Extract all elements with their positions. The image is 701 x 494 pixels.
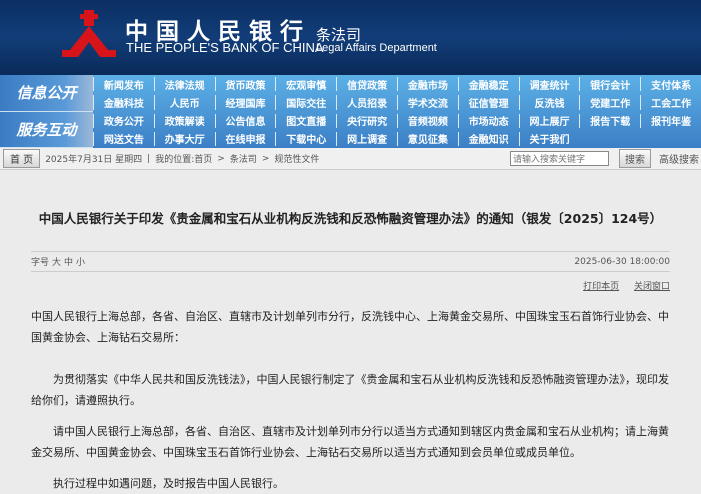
home-button[interactable]: 首 页 xyxy=(3,149,41,168)
article-title: 中国人民银行关于印发《贵金属和宝石从业机构反洗钱和反恐怖融资管理办法》的通知（银… xyxy=(38,211,663,226)
bank-name-en: THE PEOPLE'S BANK OF CHINA xyxy=(126,40,324,55)
nav-item[interactable]: 信贷政策 xyxy=(336,77,397,92)
nav-item[interactable]: 金融市场 xyxy=(396,77,458,92)
main-nav: 信息公开 服务互动 新闻发布 法律法规 货币政策 宏观审慎 信贷政策 金融市场 金融稳定 调查… xyxy=(0,75,701,148)
nav-item[interactable]: 下载中心 xyxy=(275,131,336,146)
nav-item[interactable]: 法律法规 xyxy=(153,77,215,92)
nav-item[interactable]: 金融科技 xyxy=(93,95,154,110)
font-size-small[interactable]: 小 xyxy=(76,255,85,268)
search-button[interactable]: 搜索 xyxy=(619,149,651,168)
nav-item[interactable]: 公告信息 xyxy=(214,113,276,128)
nav-item[interactable]: 意见征集 xyxy=(396,131,458,146)
article-tools: 打印本页 关闭窗口 xyxy=(31,279,670,292)
print-page-link[interactable]: 打印本页 xyxy=(583,282,619,292)
pboc-logo-icon xyxy=(62,10,116,57)
nav-item[interactable]: 经理国库 xyxy=(214,95,276,110)
nav-item[interactable]: 央行研究 xyxy=(336,113,397,128)
nav-item[interactable]: 网上展厅 xyxy=(518,113,580,128)
publish-date: 2025-06-30 18:00:00 xyxy=(574,256,670,267)
nav-section-service-interaction[interactable]: 服务互动 xyxy=(0,111,93,148)
nav-item[interactable]: 国际交往 xyxy=(275,95,336,110)
breadcrumb-bar: 首 页 2025年7月31日 星期四 | 我的位置: 首页 > 条法司 > 规范… xyxy=(0,148,701,170)
site-header: 中国人民银行 THE PEOPLE'S BANK OF CHINA 条法司 Le… xyxy=(0,0,701,75)
addressee-paragraph: 中国人民银行上海总部，各省、自治区、直辖市及计划单列市分行，反洗钱中心、上海黄金… xyxy=(31,310,669,344)
advanced-search-link[interactable]: 高级搜索 xyxy=(659,151,699,166)
nav-item[interactable]: 报刊年鉴 xyxy=(640,113,701,128)
article-meta: 字号 大 中 小 2025-06-30 18:00:00 xyxy=(31,251,670,272)
nav-item[interactable]: 新闻发布 xyxy=(93,77,154,92)
font-size-large[interactable]: 大 xyxy=(52,255,61,268)
close-window-link[interactable]: 关闭窗口 xyxy=(634,282,670,292)
nav-item[interactable]: 关于我们 xyxy=(518,131,580,146)
nav-item[interactable]: 网送文告 xyxy=(93,131,154,146)
nav-item[interactable]: 金融稳定 xyxy=(457,77,519,92)
nav-item[interactable]: 人民币 xyxy=(153,95,215,110)
location-label: 我的位置: xyxy=(155,155,195,165)
nav-item[interactable]: 宏观审慎 xyxy=(275,77,336,92)
nav-item[interactable]: 在线申报 xyxy=(214,131,276,146)
nav-section-info-disclosure[interactable]: 信息公开 xyxy=(0,75,93,112)
breadcrumb-dept[interactable]: 条法司 xyxy=(230,152,257,165)
nav-item[interactable]: 工会工作 xyxy=(640,95,701,110)
breadcrumb-separator: > xyxy=(217,153,225,164)
nav-item[interactable]: 支付体系 xyxy=(640,77,701,92)
nav-item[interactable]: 货币政策 xyxy=(214,77,276,92)
department-name-en: Legal Affairs Department xyxy=(316,42,437,54)
nav-grid: 新闻发布 法律法规 货币政策 宏观审慎 信贷政策 金融市场 金融稳定 调查统计 银行会计 支付体系… xyxy=(93,75,701,148)
font-size-medium[interactable]: 中 xyxy=(64,255,73,268)
body-paragraph: 请中国人民银行上海总部，各省、自治区、直辖市及计划单列市分行以适当方式通知到辖区… xyxy=(31,425,669,459)
nav-item[interactable]: 反洗钱 xyxy=(518,95,580,110)
current-date: 2025年7月31日 星期四 xyxy=(45,155,143,165)
nav-item[interactable]: 金融知识 xyxy=(457,131,519,146)
divider: | xyxy=(147,153,151,164)
body-paragraph: 执行过程中如遇问题，及时报告中国人民银行。 xyxy=(53,477,284,490)
nav-item[interactable]: 人员招录 xyxy=(336,95,397,110)
breadcrumb-current[interactable]: 规范性文件 xyxy=(274,152,319,165)
search-input[interactable] xyxy=(510,151,609,166)
nav-item[interactable]: 政务公开 xyxy=(93,113,154,128)
nav-item[interactable]: 调查统计 xyxy=(518,77,580,92)
nav-item[interactable]: 网上调查 xyxy=(336,131,397,146)
nav-item[interactable]: 图文直播 xyxy=(275,113,336,128)
font-size-label: 字号 xyxy=(31,258,50,268)
nav-item[interactable]: 银行会计 xyxy=(579,77,640,92)
nav-item[interactable]: 学术交流 xyxy=(396,95,458,110)
nav-item[interactable]: 征信管理 xyxy=(457,95,519,110)
nav-item[interactable]: 市场动态 xyxy=(457,113,519,128)
nav-item[interactable]: 政策解读 xyxy=(153,113,215,128)
nav-item[interactable]: 音频视频 xyxy=(396,113,458,128)
breadcrumb-separator: > xyxy=(261,153,270,164)
nav-item[interactable]: 报告下载 xyxy=(579,113,640,128)
nav-item[interactable]: 办事大厅 xyxy=(153,131,215,146)
breadcrumb-home[interactable]: 首页 xyxy=(194,152,212,165)
body-paragraph: 为贯彻落实《中华人民共和国反洗钱法》，中国人民银行制定了《贵金属和宝石从业机构反… xyxy=(31,373,669,407)
nav-item[interactable]: 党建工作 xyxy=(579,95,640,110)
article: 中国人民银行关于印发《贵金属和宝石从业机构反洗钱和反恐怖融资管理办法》的通知（银… xyxy=(0,208,701,494)
